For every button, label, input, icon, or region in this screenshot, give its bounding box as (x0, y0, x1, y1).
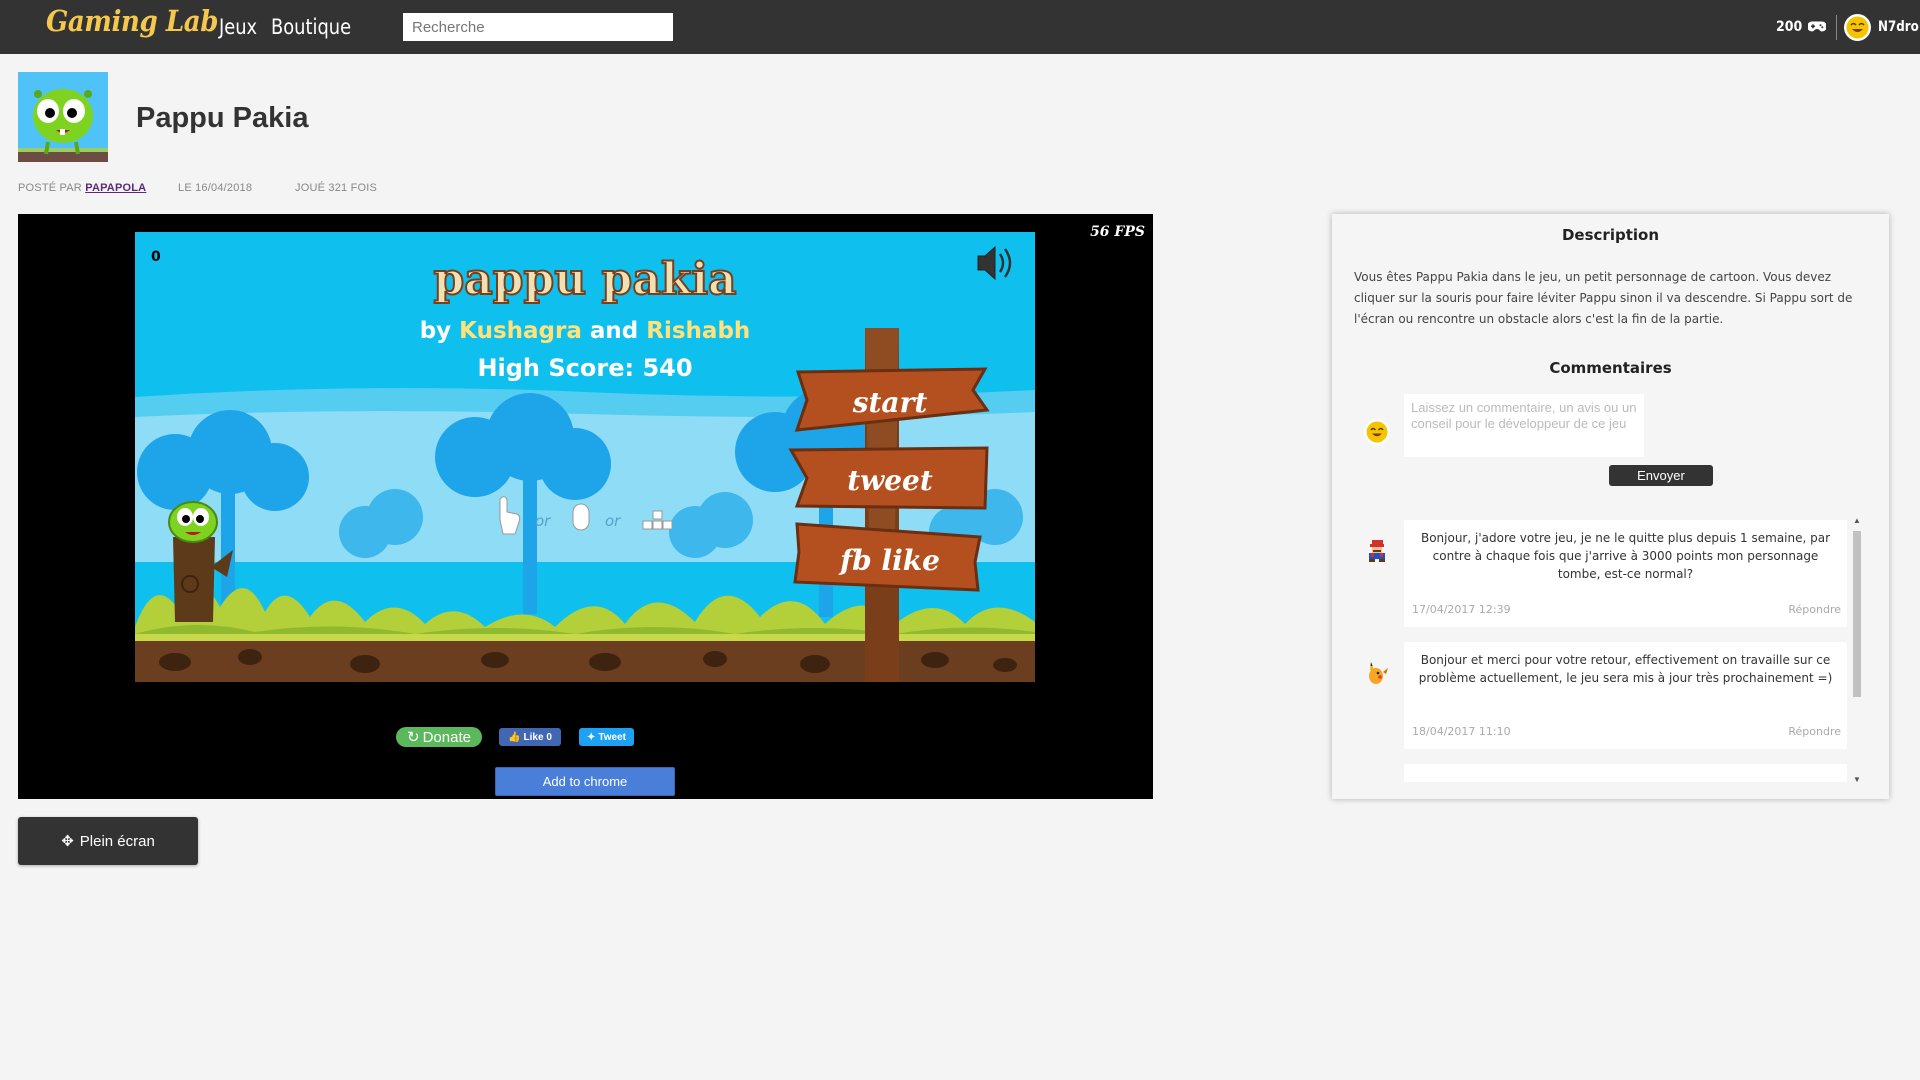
comment-text: Bonjour, j'adore votre jeu, je ne le qui… (1420, 531, 1831, 581)
score-counter: 0 (151, 249, 161, 265)
posted-by-label: Posté par (18, 182, 82, 194)
comment-date: 18/04/2017 11:10 (1412, 725, 1511, 738)
game-thumbnail (18, 72, 108, 162)
smiley-avatar-icon (1366, 421, 1388, 443)
game-frame[interactable]: 56 FPS 0 pappu pakia by Kushagra and Ris… (18, 214, 1153, 799)
comment-date: 17/04/2017 12:39 (1412, 603, 1511, 616)
username[interactable]: N7dro (1878, 19, 1919, 35)
twitter-bird-icon: ✦ (587, 731, 596, 743)
mario-avatar-icon (1369, 540, 1385, 562)
comment-avatar-mario (1364, 538, 1390, 564)
site-logo[interactable]: Gaming Lab (46, 4, 219, 38)
nav-link-jeux[interactable]: Jeux (219, 15, 257, 39)
comment-input[interactable] (1404, 394, 1644, 457)
by-prefix: by (420, 318, 459, 344)
sign-tweet[interactable]: tweet (788, 446, 989, 510)
author-rishabh: Rishabh (646, 318, 750, 344)
comment-avatar-pikachu (1364, 660, 1390, 686)
author-kushagra: Kushagra (459, 318, 582, 344)
comments-list[interactable]: Bonjour, j'adore votre jeu, je ne le qui… (1332, 514, 1889, 782)
sign-start-label: start (852, 386, 928, 419)
search-input[interactable] (403, 13, 673, 41)
sign-fb-like-label: fb like (838, 544, 940, 577)
thumbs-up-icon: 👍 (508, 731, 521, 743)
donate-button[interactable]: ↻ Donate (396, 727, 482, 747)
pappu-thumbnail-icon (18, 72, 108, 162)
high-score: High Score: 540 (477, 354, 692, 382)
author-link[interactable]: PAPAPOLA (85, 182, 146, 194)
description-title: Description (1561, 226, 1660, 244)
user-avatar[interactable] (1844, 14, 1871, 41)
scroll-up-arrow-icon[interactable]: ▲ (1852, 516, 1862, 525)
nav-link-boutique[interactable]: Boutique (271, 15, 351, 39)
fps-counter: 56 FPS (1090, 224, 1145, 240)
reply-link[interactable]: Répondre (1788, 603, 1841, 616)
game-screen-authors: by Kushagra and Rishabh (420, 318, 751, 344)
move-arrows-icon: ✥ (61, 833, 74, 850)
comment-item-partial (1404, 764, 1847, 782)
description-text: Vous êtes Pappu Pakia dans le jeu, un pe… (1354, 270, 1853, 326)
smiley-avatar-icon (1846, 16, 1869, 39)
credits-count: 200 (1776, 19, 1803, 35)
tweet-label: Tweet (598, 731, 626, 743)
top-navbar: Gaming Lab Jeux Boutique 200 N7dro (0, 0, 1920, 54)
controls-or-1: or (535, 512, 551, 530)
fullscreen-button[interactable]: ✥ Plein écran (18, 817, 198, 865)
gamepad-icon (1808, 21, 1826, 32)
fullscreen-label: Plein écran (79, 832, 155, 850)
pikachu-avatar-icon (1369, 662, 1388, 684)
my-avatar (1364, 419, 1390, 445)
scroll-down-arrow-icon[interactable]: ▼ (1852, 775, 1862, 784)
reply-link[interactable]: Répondre (1788, 725, 1841, 738)
comments-scrollbar[interactable]: ▲ ▼ (1852, 516, 1862, 784)
post-date: Le 16/04/2018 (178, 182, 253, 194)
comment-item: Bonjour et merci pour votre retour, effe… (1404, 642, 1847, 749)
add-to-chrome-button[interactable]: Add to chrome (495, 767, 675, 796)
controls-or-2: or (605, 512, 621, 530)
info-panel: Description Vous êtes Pappu Pakia dans l… (1332, 214, 1889, 799)
game-screen-title: pappu pakia (433, 254, 736, 305)
comment-text: Bonjour et merci pour votre retour, effe… (1418, 653, 1833, 685)
comment-item: Bonjour, j'adore votre jeu, je ne le qui… (1404, 520, 1847, 627)
fb-like-button[interactable]: 👍 Like 0 (499, 728, 561, 746)
send-comment-button[interactable]: Envoyer (1609, 465, 1713, 486)
donate-label: Donate (422, 728, 471, 746)
sign-tweet-label: tweet (847, 464, 933, 497)
scroll-thumb[interactable] (1853, 531, 1861, 697)
tweet-button[interactable]: ✦ Tweet (579, 728, 634, 746)
mouse-icon (572, 503, 590, 531)
posted-by: Posté par PAPAPOLA (18, 182, 146, 194)
refresh-icon: ↻ (407, 729, 420, 746)
sign-fb-like[interactable]: fb like (793, 522, 982, 592)
and-word: and (582, 318, 646, 344)
game-canvas[interactable]: 0 pappu pakia by Kushagra and Rishabh Hi… (135, 232, 1035, 682)
game-title: Pappu Pakia (136, 102, 309, 134)
fb-like-label: Like 0 (523, 731, 552, 743)
navbar-divider (1836, 15, 1837, 40)
play-count: Joué 321 fois (295, 182, 378, 194)
comments-title: Commentaires (1549, 359, 1672, 377)
